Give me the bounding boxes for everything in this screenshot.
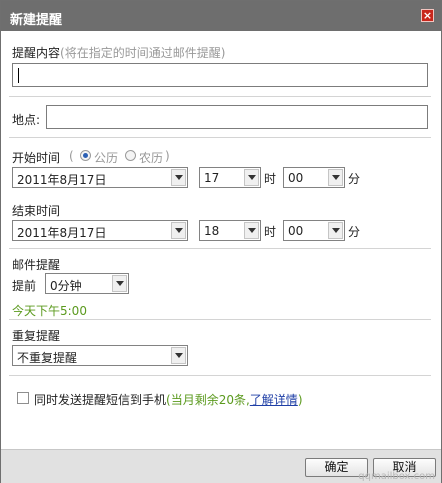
start-time-label: 开始时间 bbox=[12, 151, 61, 165]
calendar-open-paren: ( bbox=[69, 149, 74, 163]
end-time-label: 结束时间 bbox=[12, 204, 61, 218]
chevron-down-icon bbox=[244, 222, 259, 239]
repeat-value: 不重复提醒 bbox=[17, 351, 78, 365]
end-hour-select[interactable]: 18 bbox=[199, 220, 261, 241]
end-hour-unit: 时 bbox=[264, 225, 277, 239]
email-reminder-label: 邮件提醒 bbox=[12, 258, 61, 272]
end-date-value: 2011年8月17日 bbox=[17, 226, 107, 240]
start-minute-select[interactable]: 00 bbox=[283, 167, 345, 188]
reminder-content-label: 提醒内容 bbox=[12, 46, 61, 60]
calendar-close-paren: ) bbox=[165, 149, 170, 163]
location-input[interactable] bbox=[46, 105, 428, 129]
lunar-calendar-label: 农历 bbox=[139, 151, 164, 165]
text-caret bbox=[18, 68, 19, 83]
chevron-down-icon bbox=[171, 222, 186, 239]
chevron-down-icon bbox=[171, 169, 186, 186]
start-date-select[interactable]: 2011年8月17日 bbox=[12, 167, 188, 188]
lunar-calendar-radio[interactable] bbox=[125, 150, 136, 161]
chevron-down-icon bbox=[112, 275, 127, 292]
start-hour-value: 17 bbox=[204, 171, 220, 185]
chevron-down-icon bbox=[328, 169, 343, 186]
watermark: qqmailbox.com bbox=[358, 471, 435, 482]
sms-row: 同时发送提醒短信到手机(当月剩余20条,了解详情) bbox=[34, 391, 303, 408]
repeat-select[interactable]: 不重复提醒 bbox=[12, 345, 188, 366]
sms-close-paren: ) bbox=[297, 393, 303, 407]
chevron-down-icon bbox=[328, 222, 343, 239]
repeat-label: 重复提醒 bbox=[12, 329, 61, 343]
close-icon[interactable]: × bbox=[421, 9, 434, 22]
dialog-title: 新建提醒 bbox=[10, 13, 63, 28]
end-hour-value: 18 bbox=[204, 224, 220, 238]
start-minute-unit: 分 bbox=[348, 172, 361, 186]
email-reminder-offset-value: 0分钟 bbox=[50, 279, 82, 293]
sms-remaining: 当月剩余20条, bbox=[170, 393, 250, 407]
sms-details-link[interactable]: 了解详情 bbox=[250, 393, 298, 407]
end-minute-unit: 分 bbox=[348, 225, 361, 239]
sms-checkbox[interactable] bbox=[17, 392, 29, 404]
sms-label: 同时发送提醒短信到手机 bbox=[34, 393, 167, 407]
email-reminder-computed-time: 今天下午5:00 bbox=[12, 304, 87, 318]
chevron-down-icon bbox=[171, 347, 186, 364]
email-reminder-prefix: 提前 bbox=[12, 279, 37, 293]
new-reminder-dialog: 新建提醒 × 提醒内容(将在指定的时间通过邮件提醒) 地点: 开始时间 ( 公历… bbox=[0, 0, 442, 483]
end-minute-select[interactable]: 00 bbox=[283, 220, 345, 241]
divider bbox=[9, 375, 431, 376]
start-minute-value: 00 bbox=[288, 171, 304, 185]
start-date-value: 2011年8月17日 bbox=[17, 173, 107, 187]
end-minute-value: 00 bbox=[288, 224, 304, 238]
divider bbox=[9, 137, 431, 138]
end-date-select[interactable]: 2011年8月17日 bbox=[12, 220, 188, 241]
start-hour-select[interactable]: 17 bbox=[199, 167, 261, 188]
start-hour-unit: 时 bbox=[264, 172, 277, 186]
reminder-content-label-row: 提醒内容(将在指定的时间通过邮件提醒) bbox=[12, 44, 225, 61]
divider bbox=[9, 96, 431, 97]
dialog-titlebar: 新建提醒 × bbox=[1, 1, 441, 31]
reminder-content-input[interactable] bbox=[12, 63, 428, 87]
solar-calendar-label: 公历 bbox=[94, 151, 119, 165]
divider bbox=[9, 319, 431, 320]
reminder-content-hint: (将在指定的时间通过邮件提醒) bbox=[60, 46, 226, 60]
solar-calendar-radio[interactable] bbox=[80, 150, 91, 161]
email-reminder-offset-select[interactable]: 0分钟 bbox=[45, 273, 129, 294]
chevron-down-icon bbox=[244, 169, 259, 186]
divider bbox=[9, 248, 431, 249]
location-label: 地点: bbox=[12, 113, 41, 127]
